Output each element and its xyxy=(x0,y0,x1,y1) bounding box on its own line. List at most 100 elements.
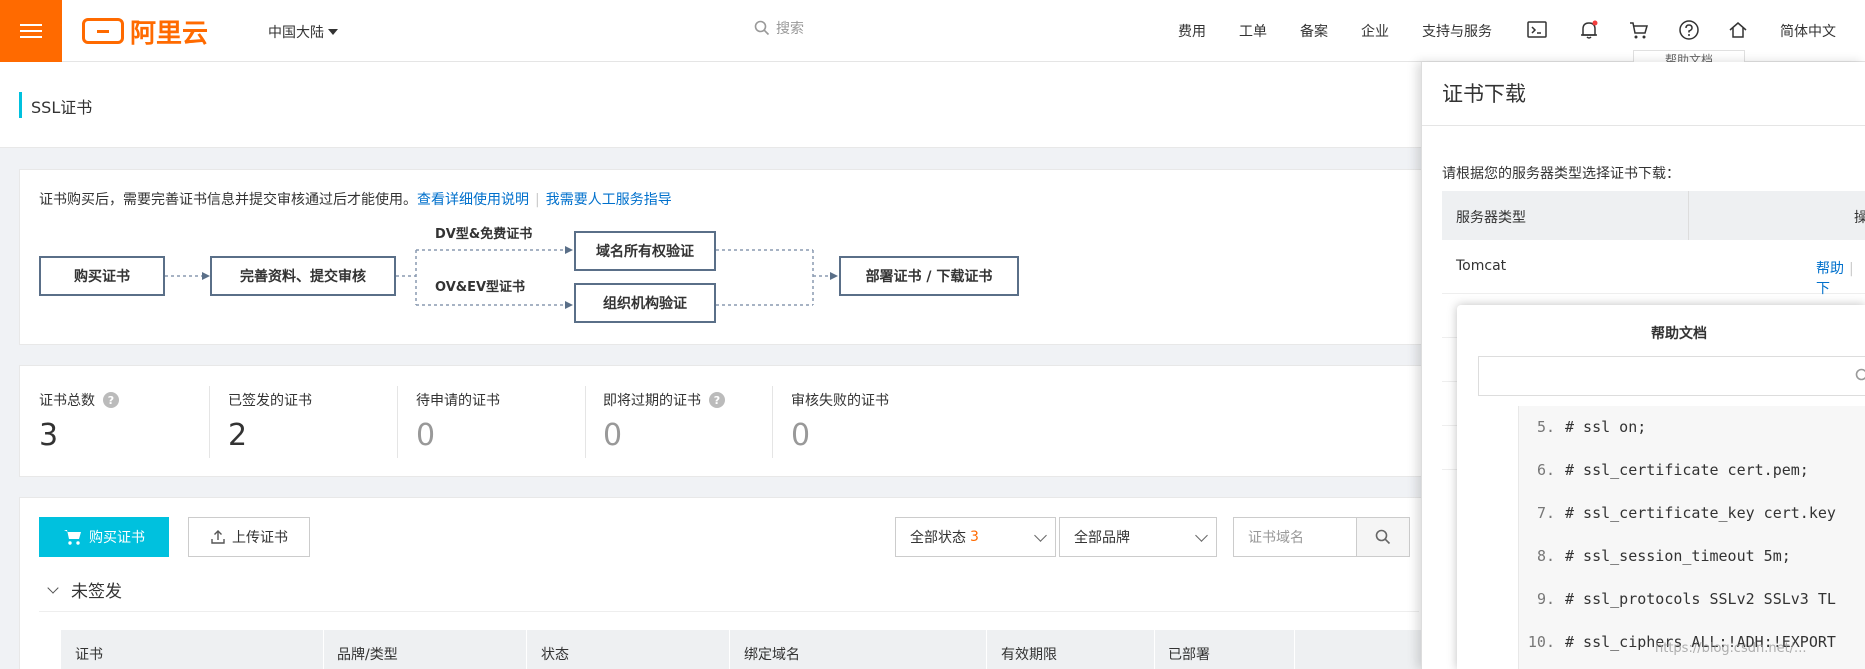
watermark: https://blog.csdn.net/... xyxy=(1655,641,1807,656)
column-server-type: 服务器类型 xyxy=(1456,210,1526,226)
help-circle-icon[interactable]: ? xyxy=(709,392,725,408)
brand-filter-label: 全部品牌 xyxy=(1074,530,1130,546)
nav-support[interactable]: 支持与服务 xyxy=(1422,21,1492,41)
info-card: 证书购买后，需要完善证书信息并提交审核通过后才能使用。查看详细使用说明 | 我需要人… xyxy=(19,169,1439,345)
column-certificate: 证书 xyxy=(75,647,103,663)
stat-divider xyxy=(772,386,773,458)
region-selector[interactable]: 中国大陆 xyxy=(268,22,338,42)
column-divider xyxy=(1294,630,1295,669)
column-domain: 绑定域名 xyxy=(744,647,800,663)
search-icon xyxy=(754,20,770,36)
search-icon xyxy=(1855,368,1865,381)
upload-certificate-button[interactable]: 上传证书 xyxy=(188,517,310,557)
flow-branch-ov-label: OV&EV型证书 xyxy=(435,280,526,295)
buy-certificate-button[interactable]: 购买证书 xyxy=(39,517,169,557)
cart-icon xyxy=(64,530,81,545)
menu-button[interactable] xyxy=(0,0,62,62)
code-line: 5. # ssl on; xyxy=(1519,418,1646,436)
stat-value: 0 xyxy=(791,418,811,453)
stat-failed[interactable]: 审核失败的证书 0 xyxy=(791,390,889,453)
global-search[interactable]: 搜索 xyxy=(754,18,804,38)
stat-pending[interactable]: 待申请的证书 0 xyxy=(416,390,500,453)
line-number: 10. xyxy=(1527,633,1555,651)
line-number: 6. xyxy=(1536,461,1555,479)
column-divider xyxy=(1688,191,1689,240)
bell-icon[interactable] xyxy=(1578,19,1600,41)
flow-branch-dv-label: DV型&免费证书 xyxy=(435,227,533,242)
title-accent-bar xyxy=(19,92,22,118)
logo-text: 阿里云 xyxy=(130,18,209,49)
drawer-hint: 请根据您的服务器类型选择证书下载： xyxy=(1442,166,1680,182)
column-validity: 有效期限 xyxy=(1001,647,1057,663)
nav-enterprise[interactable]: 企业 xyxy=(1361,21,1389,41)
chevron-down-icon xyxy=(1034,529,1047,542)
line-number: 7. xyxy=(1536,504,1555,522)
code-text: # ssl_protocols SSLv2 SSLv3 TL xyxy=(1565,590,1836,608)
action-separator: | xyxy=(1849,261,1854,277)
brand-filter-select[interactable]: 全部品牌 xyxy=(1059,517,1217,557)
upload-icon xyxy=(211,530,225,544)
column-divider xyxy=(323,630,324,669)
caret-down-icon xyxy=(328,29,338,35)
drawer-title: 证书下载 xyxy=(1442,82,1526,106)
domain-search-input[interactable]: 证书域名 xyxy=(1233,517,1357,557)
top-bar: 阿里云 中国大陆 搜索 费用 工单 备案 企业 支持与服务 简体中文 帮助文档 xyxy=(0,0,1865,62)
column-deployed: 已部署 xyxy=(1168,647,1210,663)
nav-billing[interactable]: 费用 xyxy=(1178,21,1206,41)
help-search-input[interactable] xyxy=(1478,356,1865,396)
help-tooltip: 帮助文档 xyxy=(1633,50,1745,62)
stat-expiring[interactable]: 即将过期的证书? 0 xyxy=(603,390,725,453)
column-action: 操 xyxy=(1854,210,1865,226)
help-circle-icon[interactable]: ? xyxy=(103,392,119,408)
chevron-down-icon xyxy=(1195,529,1208,542)
hamburger-icon xyxy=(20,22,42,40)
status-filter-label: 全部状态 xyxy=(910,530,966,546)
help-link[interactable]: 帮助 xyxy=(1816,261,1844,277)
column-divider xyxy=(526,630,527,669)
search-placeholder: 搜索 xyxy=(776,21,804,37)
aliyun-logo[interactable]: 阿里云 xyxy=(82,16,208,49)
line-number: 5. xyxy=(1536,418,1555,436)
code-line: 7. # ssl_certificate_key cert.key xyxy=(1519,504,1836,522)
table-row: Tomcat 帮助 |下 xyxy=(1442,240,1865,297)
status-filter-select[interactable]: 全部状态 3 xyxy=(895,517,1056,557)
stat-divider xyxy=(209,386,210,458)
nav-tickets[interactable]: 工单 xyxy=(1239,21,1267,41)
code-text: # ssl_certificate_key cert.key xyxy=(1565,504,1836,522)
terminal-icon[interactable] xyxy=(1526,19,1548,41)
nav-icp[interactable]: 备案 xyxy=(1300,21,1328,41)
help-document-panel: 帮助文档 5. # ssl on; 6. # ssl_certificate cer… xyxy=(1457,305,1865,669)
flow-step-deploy: 部署证书 / 下载证书 xyxy=(839,256,1019,296)
domain-search-button[interactable] xyxy=(1356,517,1410,557)
language-switch[interactable]: 简体中文 xyxy=(1780,21,1836,41)
column-divider xyxy=(1154,630,1155,669)
table-header: 证书 品牌/类型 状态 绑定域名 有效期限 已部署 xyxy=(61,630,1421,669)
stat-total[interactable]: 证书总数? 3 xyxy=(39,390,119,453)
page-title: SSL证书 xyxy=(31,98,93,117)
stat-divider xyxy=(397,386,398,458)
chevron-down-icon xyxy=(47,581,59,594)
search-icon xyxy=(1375,529,1391,545)
code-block: 5. # ssl on; 6. # ssl_certificate cert.pem… xyxy=(1518,406,1865,669)
code-text: # ssl_certificate cert.pem; xyxy=(1565,461,1809,479)
flow-step-org-verify: 组织机构验证 xyxy=(574,283,716,323)
stat-value: 2 xyxy=(228,418,248,453)
column-brand-type: 品牌/类型 xyxy=(337,647,398,663)
server-name: Tomcat xyxy=(1456,258,1507,274)
server-table-header: 服务器类型 操 xyxy=(1442,191,1865,240)
stat-label: 已签发的证书 xyxy=(228,393,312,409)
stats-card: 证书总数? 3 已签发的证书 2 待申请的证书 0 即将过期的证书? 0 审核失… xyxy=(19,365,1439,477)
unissued-group-toggle[interactable]: 未签发 xyxy=(39,568,1419,612)
stat-issued[interactable]: 已签发的证书 2 xyxy=(228,390,312,453)
home-icon[interactable] xyxy=(1727,19,1749,41)
upload-button-label: 上传证书 xyxy=(232,530,288,546)
stat-divider xyxy=(585,386,586,458)
drawer-divider xyxy=(1422,125,1865,126)
group-title: 未签发 xyxy=(71,582,122,602)
cart-icon[interactable] xyxy=(1628,19,1650,41)
row-actions: 帮助 |下 xyxy=(1816,258,1865,298)
stat-value: 0 xyxy=(416,418,436,453)
column-divider xyxy=(729,630,730,669)
help-icon[interactable] xyxy=(1678,19,1700,41)
stat-value: 0 xyxy=(603,418,623,453)
